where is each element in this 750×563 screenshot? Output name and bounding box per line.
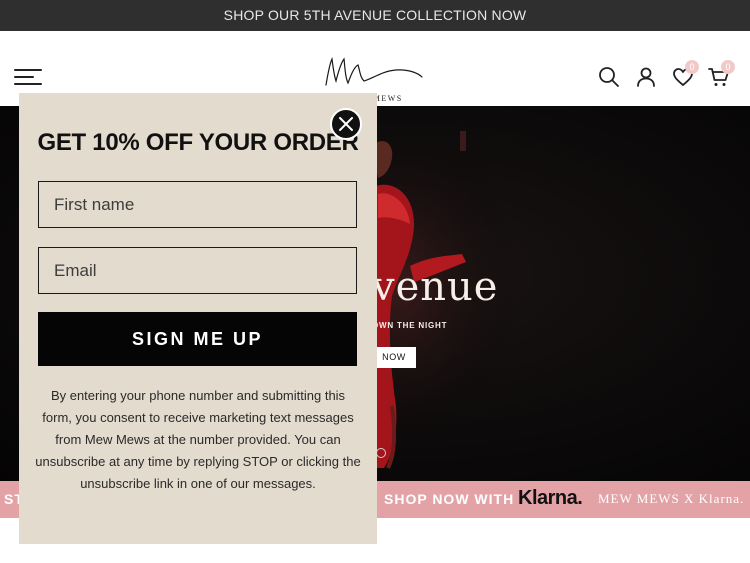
- first-name-input[interactable]: [38, 181, 357, 228]
- search-icon[interactable]: [597, 65, 621, 89]
- discount-signup-popup: GET 10% OFF YOUR ORDER SIGN ME UP By ent…: [19, 93, 377, 544]
- klarna-logo: Klarna.: [518, 487, 583, 509]
- wishlist-heart-icon[interactable]: 0: [671, 60, 699, 89]
- cart-icon[interactable]: 0: [707, 60, 735, 89]
- strip-shop-text: SHOP NOW WITH: [384, 491, 515, 507]
- logo-script-mark: [325, 56, 423, 86]
- cart-count-badge: 0: [721, 60, 735, 74]
- hero-title: venue: [372, 264, 499, 310]
- hero-shop-button[interactable]: NOW: [372, 347, 416, 368]
- popup-disclaimer: By entering your phone number and submit…: [35, 388, 361, 491]
- hero-subtitle: OWN THE NIGHT: [372, 321, 448, 330]
- sign-me-up-button[interactable]: SIGN ME UP: [38, 312, 357, 366]
- email-input[interactable]: [38, 247, 357, 294]
- wishlist-count-badge: 0: [685, 60, 699, 74]
- strip-text-right: MEW MEWS X Klarna.: [598, 491, 745, 506]
- announcement-bar[interactable]: SHOP OUR 5TH AVENUE COLLECTION NOW: [0, 0, 750, 31]
- slider-dot[interactable]: [376, 448, 386, 458]
- menu-icon[interactable]: [14, 69, 44, 87]
- close-icon[interactable]: [330, 108, 362, 140]
- account-icon[interactable]: [634, 65, 658, 89]
- popup-title: GET 10% OFF YOUR ORDER: [37, 129, 359, 156]
